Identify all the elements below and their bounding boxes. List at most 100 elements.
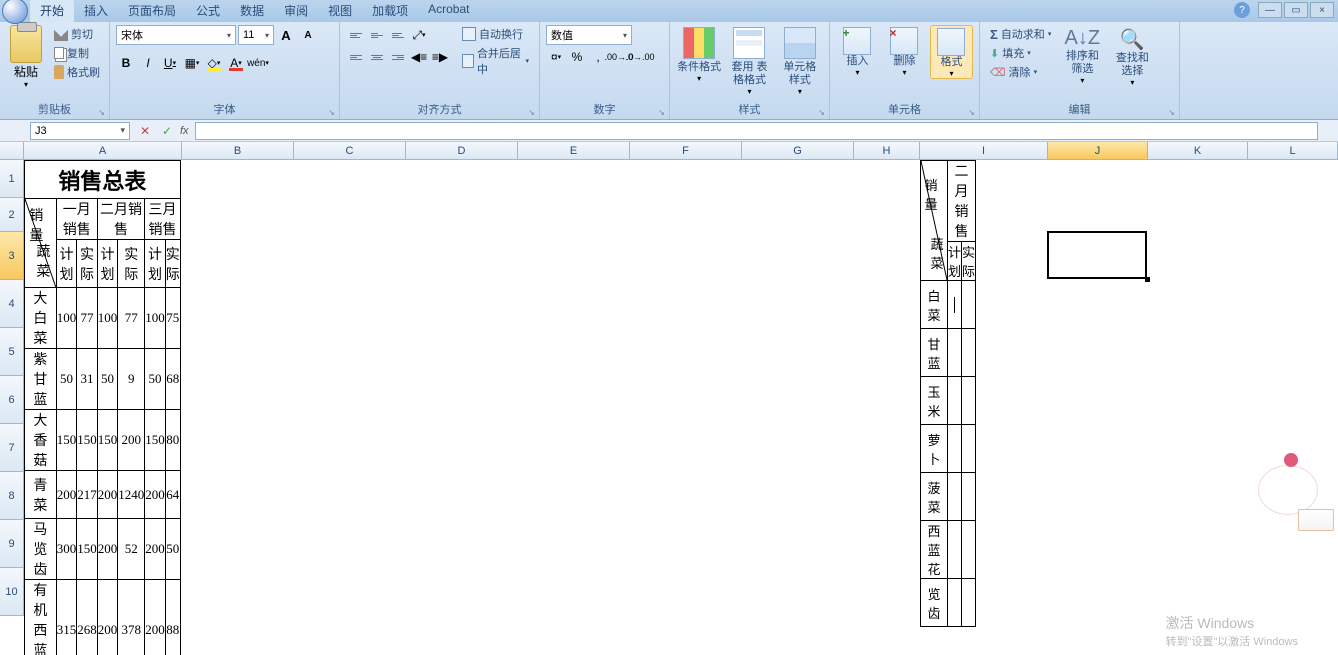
number-format-combo[interactable]: 数值▾	[546, 25, 632, 45]
align-center-button[interactable]	[367, 47, 387, 67]
table1-veg-name[interactable]: 大 白 菜	[25, 288, 57, 349]
align-bottom-button[interactable]	[388, 25, 408, 45]
table2-veg-name[interactable]: 菠 菜	[921, 473, 948, 521]
table2-active-cell[interactable]	[948, 281, 962, 329]
font-size-combo[interactable]: 11▾	[238, 25, 274, 45]
grow-font-button[interactable]: A	[276, 25, 296, 45]
table1-data-cell[interactable]: 68	[165, 349, 180, 410]
table1-data-cell[interactable]: 150	[97, 410, 118, 471]
table2-cell[interactable]	[962, 473, 976, 521]
align-left-button[interactable]	[346, 47, 366, 67]
tab-视图[interactable]: 视图	[318, 0, 362, 22]
row-header-5[interactable]: 5	[0, 328, 24, 376]
align-right-button[interactable]	[388, 47, 408, 67]
table1-data-cell[interactable]: 88	[165, 580, 180, 655]
format-cells-button[interactable]: 格式▾	[930, 25, 973, 79]
table1-veg-name[interactable]: 马 览 齿	[25, 519, 57, 580]
col-header-I[interactable]: I	[920, 142, 1048, 160]
table1-data-cell[interactable]: 200	[97, 580, 118, 655]
tab-公式[interactable]: 公式	[186, 0, 230, 22]
col-header-C[interactable]: C	[294, 142, 406, 160]
table2-cell[interactable]	[962, 425, 976, 473]
table1-data-cell[interactable]: 77	[118, 288, 145, 349]
close-button[interactable]: ×	[1310, 2, 1334, 18]
table2-cell[interactable]	[962, 281, 976, 329]
table1-data-cell[interactable]: 100	[97, 288, 118, 349]
insert-cells-button[interactable]: 插入▾	[836, 25, 879, 77]
clear-button[interactable]: ⌫清除▾	[986, 63, 1055, 81]
table2-cell[interactable]	[948, 329, 962, 377]
col-header-F[interactable]: F	[630, 142, 742, 160]
fill-button[interactable]: ⬇填充▾	[986, 44, 1055, 62]
table1-data-cell[interactable]: 300	[56, 519, 77, 580]
table1-data-cell[interactable]: 378	[118, 580, 145, 655]
formula-input[interactable]	[195, 122, 1318, 140]
row-header-10[interactable]: 10	[0, 568, 24, 616]
accounting-button[interactable]: ¤▾	[546, 47, 566, 67]
autosum-button[interactable]: Σ自动求和▾	[986, 25, 1055, 43]
fx-icon[interactable]: fx	[180, 125, 189, 137]
col-header-L[interactable]: L	[1248, 142, 1338, 160]
help-icon[interactable]: ?	[1234, 2, 1250, 18]
table1-veg-name[interactable]: 青 菜	[25, 471, 57, 519]
row-header-2[interactable]: 2	[0, 198, 24, 232]
restore-button[interactable]: ▭	[1284, 2, 1308, 18]
table1-data-cell[interactable]: 64	[165, 471, 180, 519]
table-format-button[interactable]: 套用 表格格式▾	[726, 25, 772, 96]
col-header-B[interactable]: B	[182, 142, 294, 160]
col-header-G[interactable]: G	[742, 142, 854, 160]
table2-cell[interactable]	[962, 579, 976, 627]
select-all-corner[interactable]	[0, 142, 24, 160]
increase-indent-button[interactable]: ≡▶	[430, 47, 450, 67]
table1-data-cell[interactable]: 100	[145, 288, 166, 349]
percent-button[interactable]: %	[567, 47, 587, 67]
fill-color-button[interactable]: ◇▾	[204, 53, 224, 73]
table1-data-cell[interactable]: 31	[77, 349, 98, 410]
cancel-formula-button[interactable]: ✕	[136, 123, 154, 139]
table1-data-cell[interactable]: 200	[145, 519, 166, 580]
table1-data-cell[interactable]: 80	[165, 410, 180, 471]
row-header-8[interactable]: 8	[0, 472, 24, 520]
table2-veg-name[interactable]: 览 齿	[921, 579, 948, 627]
table2-cell[interactable]	[962, 329, 976, 377]
table1-data-cell[interactable]: 200	[56, 471, 77, 519]
copy-button[interactable]: 复制	[52, 44, 102, 62]
table1-data-cell[interactable]: 150	[77, 519, 98, 580]
align-top-button[interactable]	[346, 25, 366, 45]
table2-cell[interactable]	[948, 579, 962, 627]
phonetic-button[interactable]: wén▾	[248, 53, 268, 73]
col-header-A[interactable]: A	[24, 142, 182, 160]
tab-插入[interactable]: 插入	[74, 0, 118, 22]
table1-data-cell[interactable]: 200	[145, 580, 166, 655]
orientation-button[interactable]: ⤢▾	[409, 25, 429, 45]
paste-button[interactable]: 粘贴 ▾	[6, 25, 46, 89]
confirm-formula-button[interactable]: ✓	[158, 123, 176, 139]
border-button[interactable]: ▦▾	[182, 53, 202, 73]
format-painter-button[interactable]: 格式刷	[52, 63, 102, 81]
table2-veg-name[interactable]: 西 蓝 花	[921, 521, 948, 579]
table1-data-cell[interactable]: 268	[77, 580, 98, 655]
table1-data-cell[interactable]: 150	[77, 410, 98, 471]
table2-cell[interactable]	[948, 377, 962, 425]
delete-cells-button[interactable]: 删除▾	[883, 25, 926, 77]
italic-button[interactable]: I	[138, 53, 158, 73]
sort-filter-button[interactable]: A↓Z排序和 筛选▾	[1059, 25, 1105, 85]
cut-button[interactable]: 剪切	[52, 25, 102, 43]
col-header-D[interactable]: D	[406, 142, 518, 160]
table1-data-cell[interactable]: 77	[77, 288, 98, 349]
table2-cell[interactable]	[962, 377, 976, 425]
table1-data-cell[interactable]: 315	[56, 580, 77, 655]
tab-开始[interactable]: 开始	[30, 0, 74, 22]
office-button[interactable]	[2, 0, 28, 24]
conditional-format-button[interactable]: 条件格式▾	[676, 25, 722, 83]
bold-button[interactable]: B	[116, 53, 136, 73]
tab-加载项[interactable]: 加载项	[362, 0, 418, 22]
table1-data-cell[interactable]: 50	[97, 349, 118, 410]
col-header-H[interactable]: H	[854, 142, 920, 160]
col-header-J[interactable]: J	[1048, 142, 1148, 160]
merge-center-button[interactable]: 合并后居中▾	[458, 44, 533, 78]
table1-data-cell[interactable]: 50	[165, 519, 180, 580]
table1-data-cell[interactable]: 9	[118, 349, 145, 410]
table2-veg-name[interactable]: 甘 蓝	[921, 329, 948, 377]
decrease-indent-button[interactable]: ◀≡	[409, 47, 429, 67]
